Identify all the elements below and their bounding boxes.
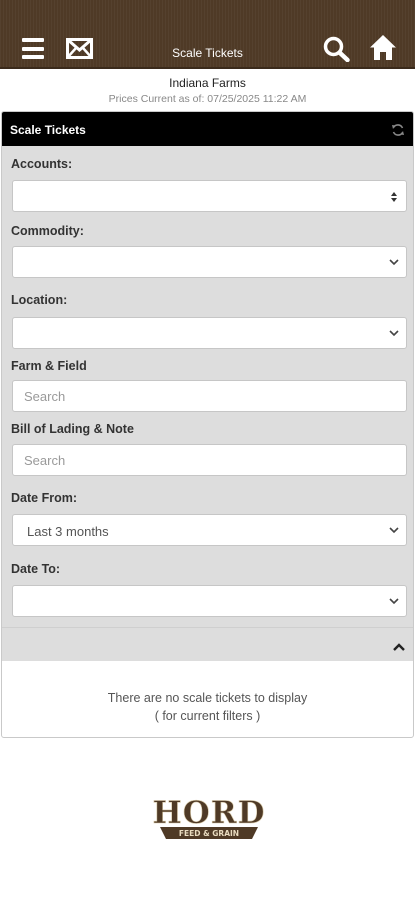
date-from-label: Date From: xyxy=(11,491,77,505)
svg-text:FEED & GRAIN: FEED & GRAIN xyxy=(179,829,239,838)
scale-tickets-panel: Scale Tickets Accounts: Commodity: Locat… xyxy=(1,111,414,738)
refresh-icon[interactable] xyxy=(391,123,405,142)
date-to-label: Date To: xyxy=(11,562,61,576)
hord-logo: HORD FEED & GRAIN xyxy=(146,793,272,845)
home-icon[interactable] xyxy=(369,34,397,66)
bill-of-lading-search-input[interactable]: Search xyxy=(12,444,407,476)
location-select[interactable] xyxy=(12,317,407,349)
accounts-select[interactable] xyxy=(12,180,407,212)
panel-header: Scale Tickets xyxy=(2,112,413,146)
commodity-label: Commodity: xyxy=(11,224,84,238)
farm-name: Indiana Farms xyxy=(169,76,246,90)
date-from-select[interactable]: Last 3 months xyxy=(12,514,407,546)
farm-field-placeholder: Search xyxy=(24,389,66,404)
accounts-label: Accounts: xyxy=(11,157,73,171)
chevron-down-icon xyxy=(389,259,399,266)
panel-title: Scale Tickets xyxy=(10,123,86,137)
bill-of-lading-label: Bill of Lading & Note xyxy=(11,422,134,436)
location-label: Location: xyxy=(11,293,68,307)
divider xyxy=(2,627,413,628)
svg-text:HORD: HORD xyxy=(153,795,266,831)
bill-of-lading-placeholder: Search xyxy=(24,453,66,468)
date-from-value: Last 3 months xyxy=(27,524,109,539)
sort-arrows-icon xyxy=(391,192,397,202)
search-icon[interactable] xyxy=(323,36,350,67)
chevron-up-icon[interactable] xyxy=(392,642,406,652)
prices-current-text: Prices Current as of: 07/25/2025 11:22 A… xyxy=(108,93,307,105)
empty-submessage: ( for current filters ) xyxy=(154,709,261,723)
chevron-down-icon xyxy=(389,598,399,605)
header-title: Scale Tickets xyxy=(172,46,243,60)
date-to-select[interactable] xyxy=(12,585,407,617)
chevron-down-icon xyxy=(389,527,399,534)
empty-message: There are no scale tickets to display xyxy=(107,691,308,705)
filters-section: Accounts: Commodity: Location: Farm & Fi… xyxy=(2,146,413,661)
farm-field-label: Farm & Field xyxy=(11,359,87,373)
farm-field-search-input[interactable]: Search xyxy=(12,380,407,412)
chevron-down-icon xyxy=(389,330,399,337)
top-app-bar: Scale Tickets xyxy=(0,0,415,69)
commodity-select[interactable] xyxy=(12,246,407,278)
